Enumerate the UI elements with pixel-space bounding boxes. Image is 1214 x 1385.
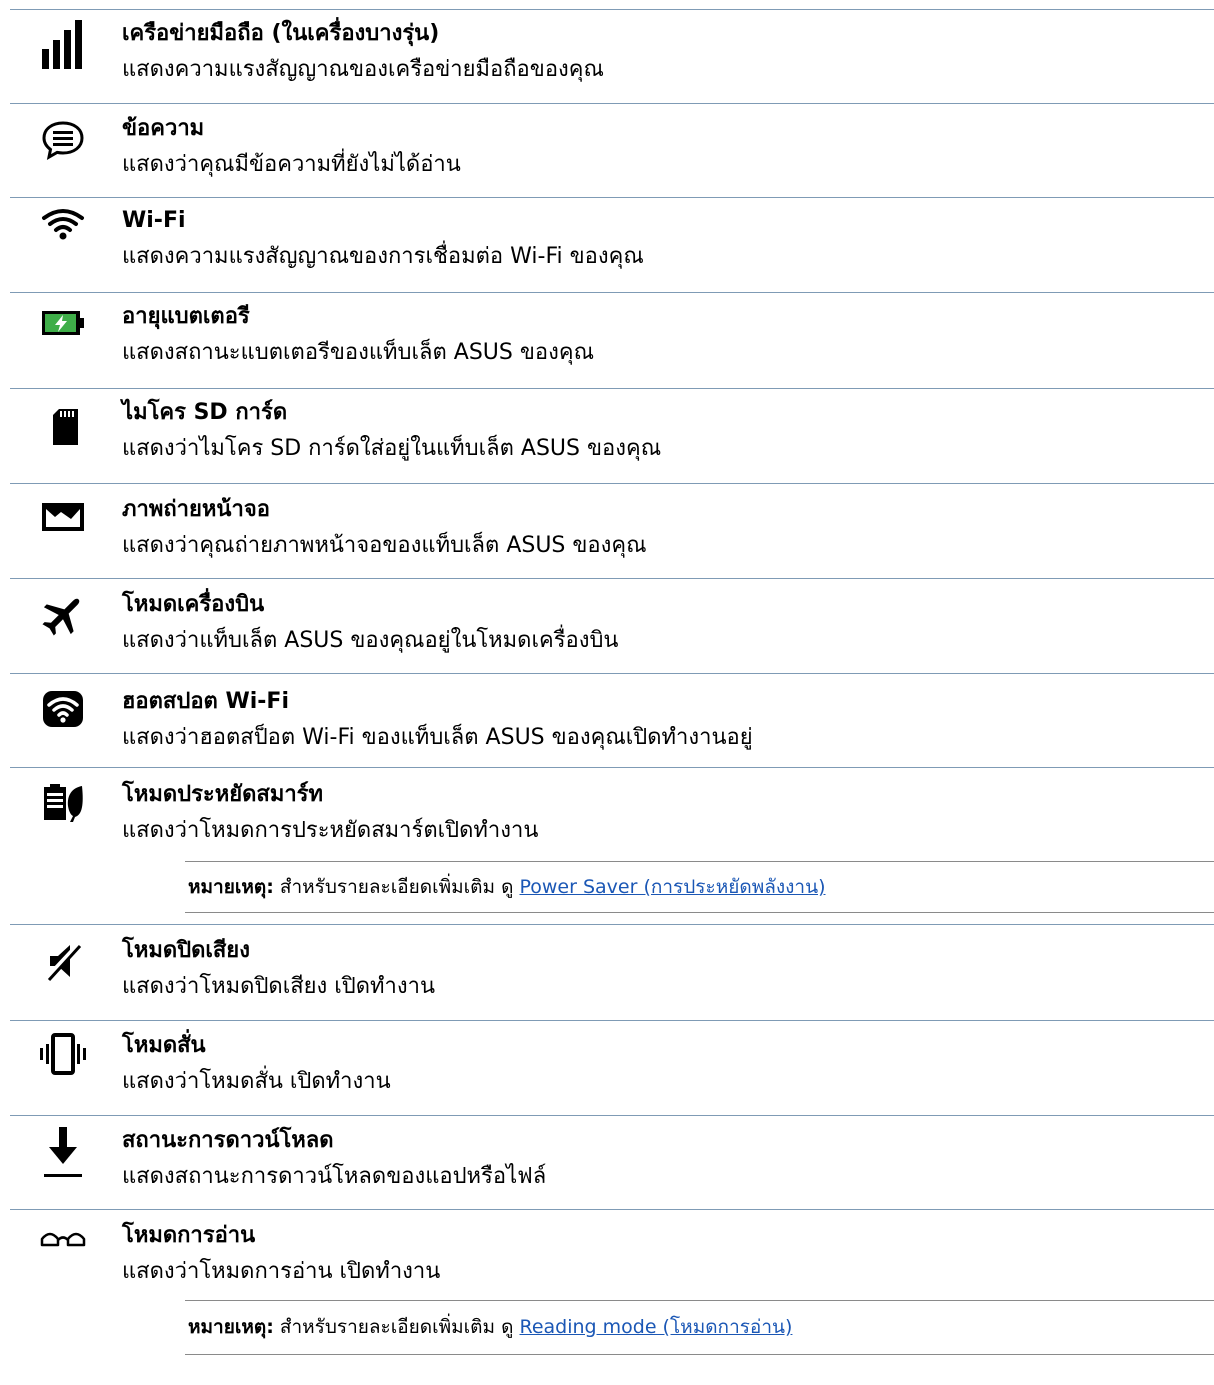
mute-icon	[38, 936, 88, 986]
row-divider	[10, 1020, 1214, 1021]
item-description: แสดงว่าคุณมีข้อความที่ยังไม่ได้อ่าน	[122, 152, 461, 177]
item-title: Wi-Fi	[122, 208, 186, 233]
row-divider	[10, 673, 1214, 674]
list-item: สถานะการดาวน์โหลด แสดงสถานะการดาวน์โหลดข…	[0, 1126, 1214, 1196]
row-divider	[10, 1115, 1214, 1116]
row-divider	[10, 767, 1214, 768]
item-description: แสดงสถานะแบตเตอรีของแท็บเล็ต ASUS ของคุณ	[122, 340, 594, 365]
item-description: แสดงว่าฮอตสป็อต Wi-Fi ของแท็บเล็ต ASUS ข…	[122, 725, 753, 750]
list-item: ข้อความ แสดงว่าคุณมีข้อความที่ยังไม่ได้อ…	[0, 114, 1214, 184]
battery-icon	[38, 302, 88, 352]
row-divider	[10, 292, 1214, 293]
wifi-icon	[38, 206, 88, 256]
note-divider	[185, 1354, 1214, 1385]
list-item: Wi-Fi แสดงความแรงสัญญาณของการเชื่อมต่อ W…	[0, 206, 1214, 276]
sd-card-icon	[38, 398, 88, 448]
note: หมายเหตุ: สำหรับรายละเอียดเพิ่มเติม ดู R…	[188, 1312, 792, 1342]
row-divider	[10, 924, 1214, 925]
item-description: แสดงว่าไมโคร SD การ์ดใส่อยู่ในแท็บเล็ต A…	[122, 436, 662, 461]
item-description: แสดงความแรงสัญญาณของเครือข่ายมือถือของคุ…	[122, 57, 604, 82]
airplane-icon	[38, 590, 88, 640]
item-description: แสดงว่าโหมดการประหยัดสมาร์ตเปิดทำงาน	[122, 818, 539, 843]
row-divider	[10, 197, 1214, 198]
reading-glasses-icon	[38, 1221, 88, 1271]
list-item: โหมดปิดเสียง แสดงว่าโหมดปิดเสียง เปิดทำง…	[0, 936, 1214, 1006]
item-title: อายุแบตเตอรี	[122, 304, 250, 329]
item-description: แสดงว่าโหมดการอ่าน เปิดทำงาน	[122, 1259, 441, 1284]
item-title: ข้อความ	[122, 116, 205, 141]
hotspot-icon	[38, 687, 88, 737]
list-item: ฮอตสปอต Wi-Fi แสดงว่าฮอตสป็อต Wi-Fi ของแ…	[0, 687, 1214, 757]
item-title: โหมดสั่น	[122, 1033, 206, 1058]
row-divider	[10, 483, 1214, 484]
item-title: ไมโคร SD การ์ด	[122, 400, 288, 425]
smart-saving-icon	[38, 780, 88, 830]
list-item: อายุแบตเตอรี แสดงสถานะแบตเตอรีของแท็บเล็…	[0, 302, 1214, 372]
note-label: หมายเหตุ:	[188, 1316, 274, 1338]
note: หมายเหตุ: สำหรับรายละเอียดเพิ่มเติม ดู P…	[188, 872, 826, 902]
row-divider	[10, 103, 1214, 104]
item-title: ภาพถ่ายหน้าจอ	[122, 497, 270, 522]
item-description: แสดงว่าโหมดปิดเสียง เปิดทำงาน	[122, 974, 436, 999]
vibrate-icon	[38, 1031, 88, 1081]
item-title: โหมดปิดเสียง	[122, 938, 250, 963]
screenshot-icon	[38, 495, 88, 545]
power-saver-link[interactable]: Power Saver (การประหยัดพลังงาน)	[519, 876, 825, 898]
item-title: ฮอตสปอต Wi-Fi	[122, 689, 289, 714]
message-icon	[38, 114, 88, 164]
item-description: แสดงว่าโหมดสั่น เปิดทำงาน	[122, 1069, 391, 1094]
row-divider	[10, 578, 1214, 579]
list-item: โหมดประหยัดสมาร์ท แสดงว่าโหมดการประหยัดส…	[0, 780, 1214, 850]
list-item: โหมดสั่น แสดงว่าโหมดสั่น เปิดทำงาน	[0, 1031, 1214, 1101]
item-description: แสดงสถานะการดาวน์โหลดของแอปหรือไฟล์	[122, 1164, 547, 1189]
row-divider	[10, 388, 1214, 389]
item-description: แสดงว่าคุณถ่ายภาพหน้าจอของแท็บเล็ต ASUS …	[122, 533, 647, 558]
note-label: หมายเหตุ:	[188, 876, 274, 898]
row-divider	[10, 1209, 1214, 1210]
item-title: โหมดการอ่าน	[122, 1223, 256, 1248]
item-title: โหมดเครื่องบิน	[122, 592, 265, 617]
reading-mode-link[interactable]: Reading mode (โหมดการอ่าน)	[519, 1316, 792, 1338]
list-item: ภาพถ่ายหน้าจอ แสดงว่าคุณถ่ายภาพหน้าจอของ…	[0, 495, 1214, 565]
list-item: เครือข่ายมือถือ (ในเครื่องบางรุ่น) แสดงค…	[0, 19, 1214, 89]
list-item: โหมดเครื่องบิน แสดงว่าแท็บเล็ต ASUS ของค…	[0, 590, 1214, 660]
download-icon	[38, 1126, 88, 1177]
note-text: สำหรับรายละเอียดเพิ่มเติม ดู	[273, 876, 520, 898]
item-description: แสดงความแรงสัญญาณของการเชื่อมต่อ Wi-Fi ข…	[122, 244, 644, 269]
item-description: แสดงว่าแท็บเล็ต ASUS ของคุณอยู่ในโหมดเคร…	[122, 628, 619, 653]
item-title: โหมดประหยัดสมาร์ท	[122, 782, 323, 807]
list-item: โหมดการอ่าน แสดงว่าโหมดการอ่าน เปิดทำงาน	[0, 1221, 1214, 1291]
note-text: สำหรับรายละเอียดเพิ่มเติม ดู	[273, 1316, 520, 1338]
row-divider	[10, 9, 1214, 10]
item-title: สถานะการดาวน์โหลด	[122, 1128, 334, 1153]
signal-bars-icon	[38, 19, 88, 69]
item-title: เครือข่ายมือถือ (ในเครื่องบางรุ่น)	[122, 21, 440, 46]
list-item: ไมโคร SD การ์ด แสดงว่าไมโคร SD การ์ดใส่อ…	[0, 398, 1214, 468]
